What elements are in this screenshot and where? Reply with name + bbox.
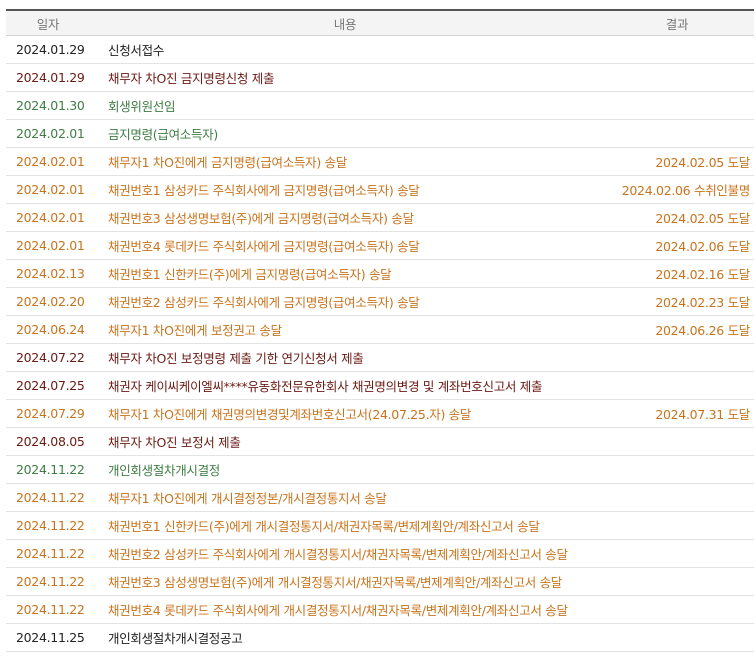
row-content: 채권번호4 롯데카드 주식회사에게 개시결정통지서/채권자목록/변제계획안/계좌… bbox=[108, 603, 568, 618]
row-date: 2024.01.29 bbox=[16, 70, 85, 85]
header-content: 내용 bbox=[333, 16, 357, 32]
row-result: 2024.02.06 수취인불명 bbox=[621, 183, 751, 198]
row-result: 2024.06.26 도달 bbox=[655, 323, 750, 338]
table-row: 2024.11.22 채권번호1 신한카드(주)에게 개시결정통지서/채권자목록/… bbox=[6, 512, 754, 540]
row-date: 2024.02.20 bbox=[16, 294, 85, 309]
row-content: 채권번호2 삼성카드 주식회사에게 금지명령(급여소득자) 송달 bbox=[108, 295, 420, 310]
row-date: 2024.01.29 bbox=[16, 42, 85, 57]
table-row: 2024.02.01 채무자1 차O진에게 금지명령(급여소득자) 송달 2024.… bbox=[6, 148, 754, 176]
table-row: 2024.02.01 채권번호4 롯데카드 주식회사에게 금지명령(급여소득자) … bbox=[6, 232, 754, 260]
row-content: 채권번호3 삼성생명보험(주)에게 개시결정통지서/채권자목록/변제계획안/계좌… bbox=[108, 575, 562, 590]
row-date: 2024.01.30 bbox=[16, 98, 85, 113]
row-date: 2024.02.01 bbox=[16, 154, 85, 169]
row-result: 2024.07.31 도달 bbox=[655, 407, 750, 422]
row-date: 2024.07.29 bbox=[16, 406, 85, 421]
row-date: 2024.11.22 bbox=[16, 518, 85, 533]
row-content: 채무자1 차O진에게 개시결정정본/개시결정통지서 송달 bbox=[108, 491, 387, 506]
case-progress-table: 일자 내용 결과 2024.01.29 신청서접수 2024.01.29 채무자 차O… bbox=[6, 9, 754, 652]
row-date: 2024.06.24 bbox=[16, 322, 85, 337]
table-row: 2024.11.22 채권번호3 삼성생명보험(주)에게 개시결정통지서/채권자목… bbox=[6, 568, 754, 596]
table-row: 2024.11.22 채권번호4 롯데카드 주식회사에게 개시결정통지서/채권자목… bbox=[6, 596, 754, 624]
row-content: 채무자 차O진 보정명령 제출 기한 연기신청서 제출 bbox=[108, 351, 364, 366]
row-date: 2024.11.22 bbox=[16, 462, 85, 477]
row-result: 2024.02.23 도달 bbox=[655, 295, 750, 310]
table-row: 2024.08.05 채무자 차O진 보정서 제출 bbox=[6, 428, 754, 456]
row-date: 2024.11.25 bbox=[16, 630, 85, 645]
row-content: 채권번호4 롯데카드 주식회사에게 금지명령(급여소득자) 송달 bbox=[108, 239, 420, 254]
table-row: 2024.11.22 개인회생절차개시결정 bbox=[6, 456, 754, 484]
row-result: 2024.02.05 도달 bbox=[655, 155, 750, 170]
row-date: 2024.08.05 bbox=[16, 434, 85, 449]
row-content: 채무자1 차O진에게 금지명령(급여소득자) 송달 bbox=[108, 155, 347, 170]
row-content: 채권번호1 삼성카드 주식회사에게 금지명령(급여소득자) 송달 bbox=[108, 183, 420, 198]
row-content: 금지명령(급여소득자) bbox=[108, 127, 218, 142]
row-content: 회생위원선임 bbox=[108, 99, 176, 114]
row-content: 채권번호1 신한카드(주)에게 금지명령(급여소득자) 송달 bbox=[108, 267, 392, 282]
header-date: 일자 bbox=[36, 16, 60, 32]
table-header: 일자 내용 결과 bbox=[6, 9, 754, 36]
row-date: 2024.11.22 bbox=[16, 490, 85, 505]
row-date: 2024.02.01 bbox=[16, 126, 85, 141]
table-row: 2024.06.24 채무자1 차O진에게 보정권고 송달 2024.06.26 도… bbox=[6, 316, 754, 344]
table-row: 2024.01.30 회생위원선임 bbox=[6, 92, 754, 120]
row-date: 2024.02.01 bbox=[16, 210, 85, 225]
table-row: 2024.01.29 채무자 차O진 금지명령신청 제출 bbox=[6, 64, 754, 92]
row-content: 채무자1 차O진에게 보정권고 송달 bbox=[108, 323, 282, 338]
row-date: 2024.11.22 bbox=[16, 546, 85, 561]
table-row: 2024.11.22 채무자1 차O진에게 개시결정정본/개시결정통지서 송달 bbox=[6, 484, 754, 512]
row-result: 2024.02.05 도달 bbox=[655, 211, 750, 226]
row-date: 2024.11.22 bbox=[16, 574, 85, 589]
row-result: 2024.02.16 도달 bbox=[655, 267, 750, 282]
row-content: 채무자1 차O진에게 채권명의변경및계좌번호신고서(24.07.25.자) 송달 bbox=[108, 407, 472, 422]
row-date: 2024.07.25 bbox=[16, 378, 85, 393]
table-row: 2024.02.13 채권번호1 신한카드(주)에게 금지명령(급여소득자) 송달… bbox=[6, 260, 754, 288]
table-row: 2024.01.29 신청서접수 bbox=[6, 36, 754, 64]
row-date: 2024.11.22 bbox=[16, 602, 85, 617]
row-content: 채권번호1 신한카드(주)에게 개시결정통지서/채권자목록/변제계획안/계좌신고… bbox=[108, 519, 540, 534]
row-content: 채권자 케이씨케이엘씨****유동화전문유한회사 채권명의변경 및 계좌번호신고… bbox=[108, 379, 543, 394]
table-row: 2024.07.29 채무자1 차O진에게 채권명의변경및계좌번호신고서(24.0… bbox=[6, 400, 754, 428]
row-date: 2024.02.01 bbox=[16, 182, 85, 197]
row-content: 채무자 차O진 금지명령신청 제출 bbox=[108, 71, 275, 86]
row-content: 신청서접수 bbox=[108, 43, 165, 58]
row-result: 2024.02.06 도달 bbox=[655, 239, 750, 254]
row-content: 채권번호2 삼성카드 주식회사에게 개시결정통지서/채권자목록/변제계획안/계좌… bbox=[108, 547, 568, 562]
row-content: 채권번호3 삼성생명보험(주)에게 금지명령(급여소득자) 송달 bbox=[108, 211, 414, 226]
row-date: 2024.02.13 bbox=[16, 266, 85, 281]
table-row: 2024.02.01 금지명령(급여소득자) bbox=[6, 120, 754, 148]
row-content: 개인회생절차개시결정 bbox=[108, 463, 221, 478]
table-row: 2024.02.01 채권번호1 삼성카드 주식회사에게 금지명령(급여소득자) … bbox=[6, 176, 754, 204]
table-row: 2024.07.25 채권자 케이씨케이엘씨****유동화전문유한회사 채권명의변… bbox=[6, 372, 754, 400]
row-content: 개인회생절차개시결정공고 bbox=[108, 631, 243, 646]
table-row: 2024.11.25 개인회생절차개시결정공고 bbox=[6, 624, 754, 652]
row-content: 채무자 차O진 보정서 제출 bbox=[108, 435, 241, 450]
row-date: 2024.07.22 bbox=[16, 350, 85, 365]
table-row: 2024.11.22 채권번호2 삼성카드 주식회사에게 개시결정통지서/채권자목… bbox=[6, 540, 754, 568]
row-date: 2024.02.01 bbox=[16, 238, 85, 253]
table-row: 2024.07.22 채무자 차O진 보정명령 제출 기한 연기신청서 제출 bbox=[6, 344, 754, 372]
table-row: 2024.02.20 채권번호2 삼성카드 주식회사에게 금지명령(급여소득자) … bbox=[6, 288, 754, 316]
header-result: 결과 bbox=[665, 16, 689, 32]
table-body: 2024.01.29 신청서접수 2024.01.29 채무자 차O진 금지명령신청 … bbox=[6, 36, 754, 652]
table-row: 2024.02.01 채권번호3 삼성생명보험(주)에게 금지명령(급여소득자) … bbox=[6, 204, 754, 232]
